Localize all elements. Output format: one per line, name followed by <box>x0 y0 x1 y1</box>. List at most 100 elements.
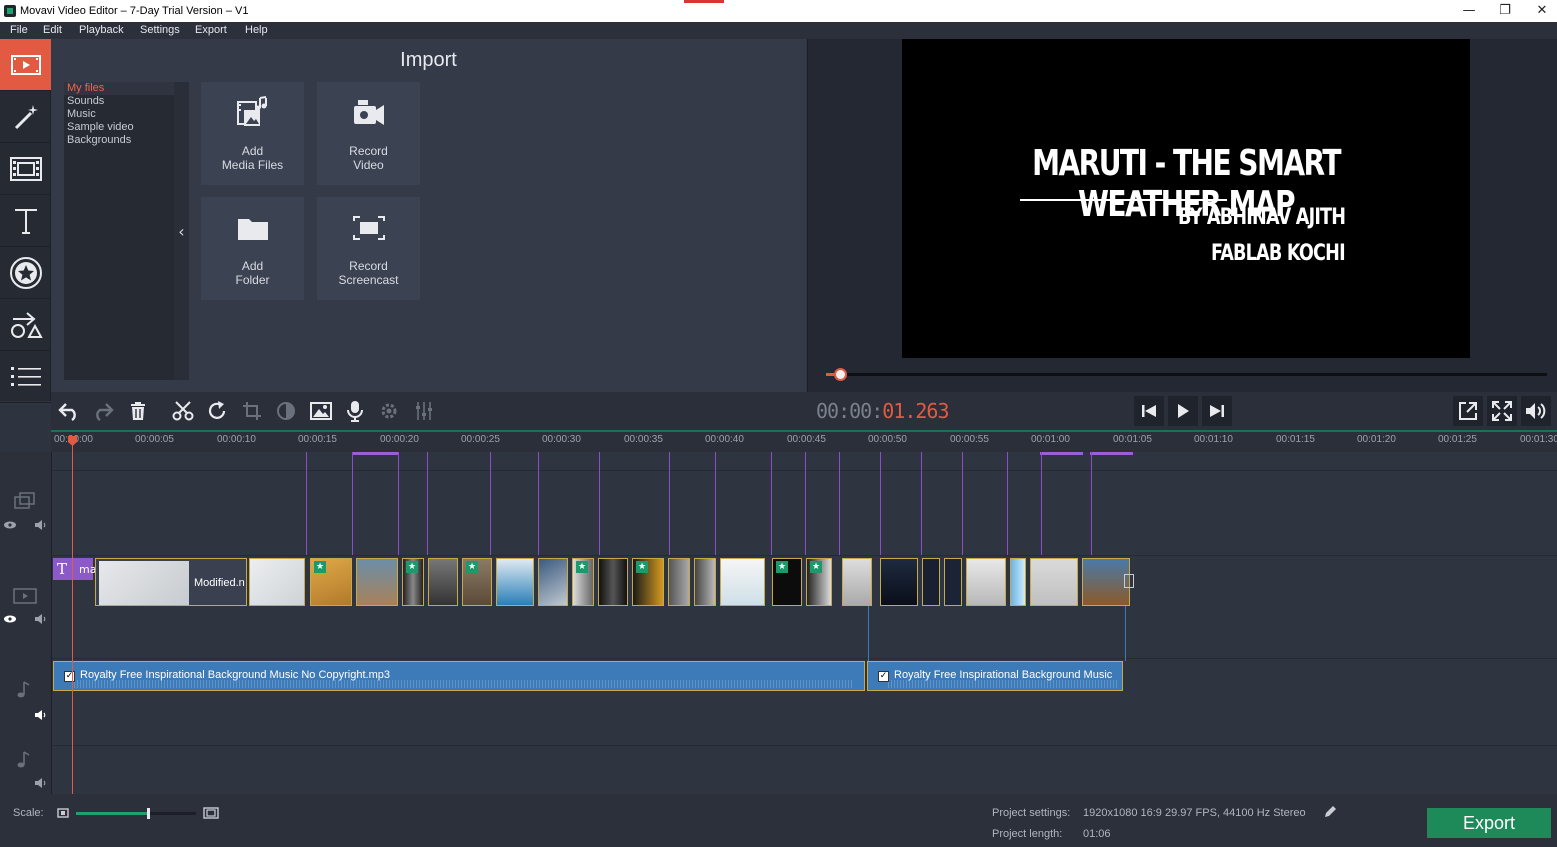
category-my-files[interactable]: My files <box>64 82 174 95</box>
restore-button[interactable]: ❐ <box>1487 2 1523 20</box>
menu-help[interactable]: Help <box>245 24 268 36</box>
menu-playback[interactable]: Playback <box>79 24 124 36</box>
add-folder-button[interactable]: Add Folder <box>201 197 304 300</box>
category-sample-video[interactable]: Sample video <box>64 121 174 134</box>
video-clip[interactable] <box>668 558 690 606</box>
title-clip[interactable]: T ma <box>53 558 96 580</box>
eye-icon[interactable] <box>3 614 17 624</box>
previous-frame-button[interactable] <box>1134 396 1164 426</box>
video-clip[interactable]: ★ <box>632 558 664 606</box>
minimize-button[interactable]: — <box>1451 2 1487 20</box>
video-clip[interactable] <box>966 558 1006 606</box>
record-voice-button[interactable] <box>342 398 368 424</box>
video-clip[interactable] <box>1010 558 1026 606</box>
volume-button[interactable] <box>1521 396 1551 426</box>
menu-export[interactable]: Export <box>195 24 227 36</box>
clip-end-marker <box>1124 574 1134 588</box>
color-adjust-button[interactable] <box>273 398 299 424</box>
next-frame-button[interactable] <box>1202 396 1232 426</box>
clip-settings-button[interactable] <box>376 398 402 424</box>
video-clip[interactable] <box>694 558 716 606</box>
eye-icon[interactable] <box>3 520 17 530</box>
video-clip[interactable]: ★ <box>806 558 832 606</box>
rotate-button[interactable] <box>204 398 230 424</box>
seek-handle[interactable] <box>834 368 848 381</box>
scale-slider-handle[interactable] <box>147 808 150 819</box>
audio-equalizer-button[interactable] <box>411 398 437 424</box>
record-screencast-button[interactable]: Record Screencast <box>317 197 420 300</box>
delete-button[interactable] <box>125 398 151 424</box>
speaker-icon[interactable] <box>34 709 48 721</box>
video-clip[interactable] <box>880 558 918 606</box>
play-button[interactable] <box>1168 396 1198 426</box>
ruler-label: 00:01:10 <box>1194 434 1233 445</box>
undo-button[interactable] <box>56 398 82 424</box>
video-clip[interactable] <box>249 558 305 606</box>
sidebar-transitions-tab[interactable] <box>0 143 51 195</box>
record-video-button[interactable]: Record Video <box>317 82 420 185</box>
timeline-tracks[interactable]: T ma Modified.n ★ ★ ★ ★ ★ ★ ★ ✓ Royalty … <box>52 452 1557 794</box>
scale-slider[interactable] <box>76 808 196 819</box>
video-clip[interactable] <box>598 558 628 606</box>
redo-button[interactable] <box>90 398 116 424</box>
export-button[interactable]: Export <box>1427 808 1551 838</box>
seek-bar[interactable] <box>826 373 1547 376</box>
close-button[interactable]: ✕ <box>1524 2 1557 20</box>
video-clip[interactable]: ★ <box>772 558 802 606</box>
playhead[interactable] <box>72 436 73 794</box>
star-icon: ★ <box>810 561 822 573</box>
fullscreen-button[interactable] <box>1487 396 1517 426</box>
video-clip[interactable] <box>1082 558 1130 606</box>
video-clip[interactable]: ★ <box>402 558 424 606</box>
video-clip[interactable] <box>842 558 872 606</box>
sidebar-more-tab[interactable] <box>0 351 51 403</box>
add-media-files-button[interactable]: Add Media Files <box>201 82 304 185</box>
video-clip[interactable] <box>356 558 398 606</box>
video-clip[interactable]: ★ <box>462 558 492 606</box>
sidebar-callouts-tab[interactable] <box>0 299 51 351</box>
video-clip[interactable] <box>922 558 940 606</box>
video-clip[interactable] <box>428 558 458 606</box>
menu-edit[interactable]: Edit <box>43 24 62 36</box>
audio-clip[interactable]: ✓ Royalty Free Inspirational Background … <box>867 661 1123 691</box>
track-divider <box>52 658 1557 659</box>
crop-button[interactable] <box>239 398 265 424</box>
zoom-out-icon[interactable] <box>57 808 69 818</box>
edit-pencil-icon[interactable] <box>1323 805 1337 819</box>
menu-settings[interactable]: Settings <box>140 24 180 36</box>
speaker-icon[interactable] <box>34 613 48 625</box>
speaker-icon[interactable] <box>34 777 48 789</box>
star-icon: ★ <box>636 561 648 573</box>
sidebar-stickers-tab[interactable] <box>0 247 51 299</box>
timeline-ruler[interactable]: 00:00:00 00:00:05 00:00:10 00:00:15 00:0… <box>51 430 1557 452</box>
video-clip[interactable] <box>538 558 568 606</box>
audio-clip[interactable]: ✓ Royalty Free Inspirational Background … <box>53 661 865 691</box>
sidebar-filters-tab[interactable] <box>0 91 51 143</box>
window-titlebar: Movavi Video Editor – 7-Day Trial Versio… <box>0 0 1557 22</box>
audio-checkbox[interactable]: ✓ <box>64 671 75 682</box>
video-preview[interactable]: MARUTI - THE SMART WEATHER MAP BY ABHINA… <box>902 39 1470 358</box>
video-clip[interactable] <box>496 558 534 606</box>
video-clip-modified[interactable]: Modified.n <box>95 558 247 606</box>
video-clip[interactable]: ★ <box>572 558 594 606</box>
collapse-categories-button[interactable]: ‹ <box>174 82 189 380</box>
sidebar-titles-tab[interactable] <box>0 195 51 247</box>
transition-marker <box>306 452 307 555</box>
category-sounds[interactable]: Sounds <box>64 95 174 108</box>
video-clip[interactable] <box>1030 558 1078 606</box>
split-button[interactable] <box>170 398 196 424</box>
audio-clip-label: Royalty Free Inspirational Background Mu… <box>80 669 390 681</box>
image-adjust-button[interactable] <box>308 398 334 424</box>
category-backgrounds[interactable]: Backgrounds <box>64 134 174 147</box>
category-music[interactable]: Music <box>64 108 174 121</box>
import-title: Import <box>400 49 457 71</box>
audio-checkbox[interactable]: ✓ <box>878 671 889 682</box>
zoom-in-icon[interactable] <box>203 807 219 819</box>
speaker-icon[interactable] <box>34 519 48 531</box>
video-clip[interactable]: ★ <box>310 558 352 606</box>
popout-preview-button[interactable] <box>1453 396 1483 426</box>
video-clip[interactable] <box>944 558 962 606</box>
menu-file[interactable]: File <box>10 24 28 36</box>
video-clip[interactable] <box>720 558 765 606</box>
sidebar-import-tab[interactable] <box>0 39 51 91</box>
